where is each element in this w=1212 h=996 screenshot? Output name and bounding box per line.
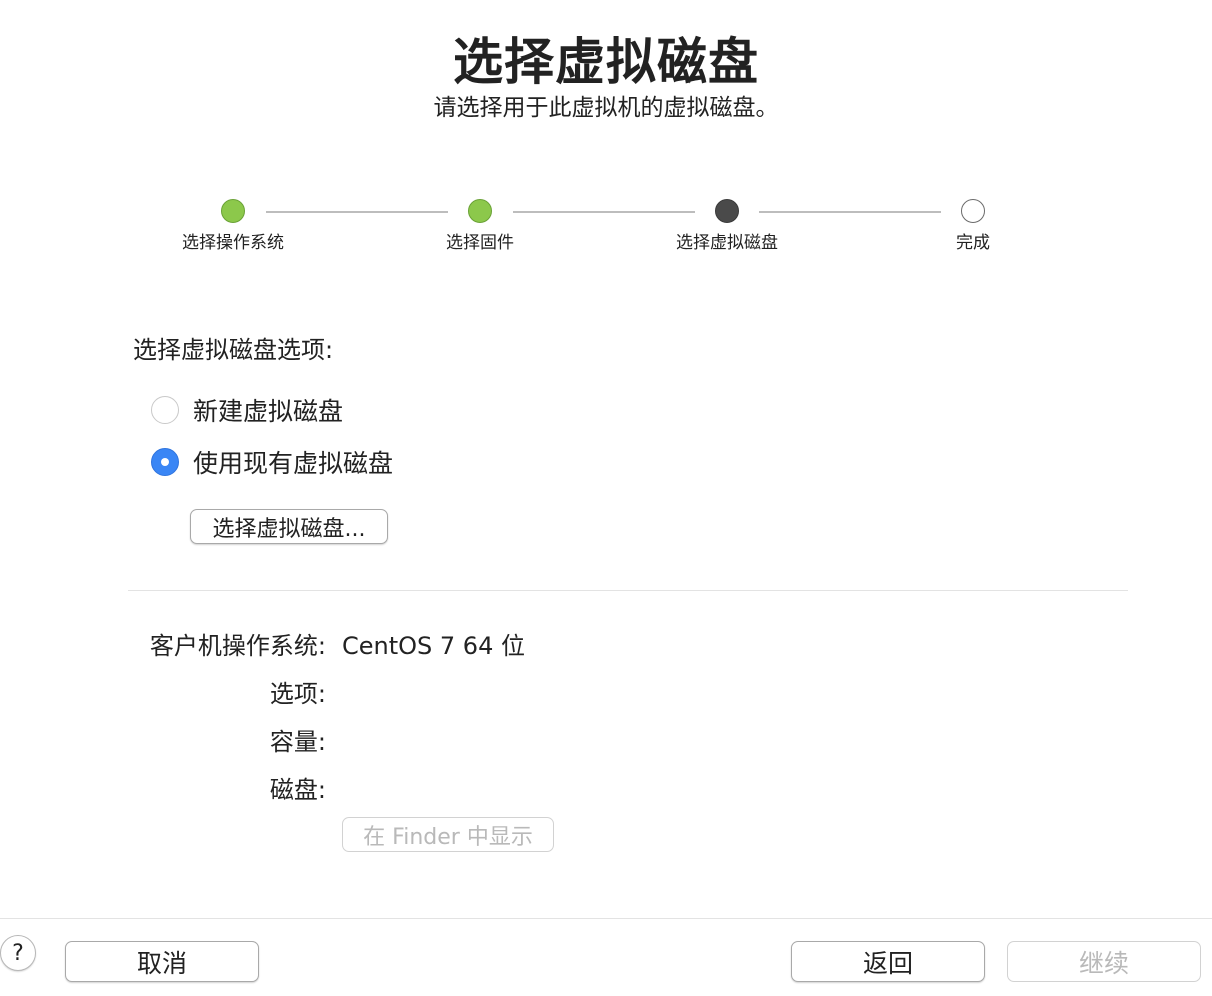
step-label: 完成 xyxy=(956,233,990,253)
step-choose-os: 选择操作系统 xyxy=(153,196,313,253)
step-label: 选择虚拟磁盘 xyxy=(676,233,778,253)
capacity-label: 容量: xyxy=(269,728,326,756)
page-subtitle: 请选择用于此虚拟机的虚拟磁盘。 xyxy=(433,95,779,121)
cancel-button[interactable]: 取消 xyxy=(65,941,259,982)
wizard-stepper: 选择操作系统 选择固件 选择虚拟磁盘 完成 xyxy=(0,196,1212,266)
page-title: 选择虚拟磁盘 xyxy=(453,33,759,91)
new-disk-radio-option[interactable]: 新建虚拟磁盘 xyxy=(151,392,343,428)
step-choose-disk: 选择虚拟磁盘 xyxy=(647,196,807,253)
disk-label: 磁盘: xyxy=(269,776,326,804)
step-current-indicator xyxy=(715,199,739,223)
step-complete-indicator xyxy=(221,199,245,223)
existing-disk-radio-label[interactable]: 使用现有虚拟磁盘 xyxy=(193,444,393,480)
existing-disk-radio-option[interactable]: 使用现有虚拟磁盘 xyxy=(151,444,393,480)
footer-divider xyxy=(0,918,1212,919)
step-choose-firmware: 选择固件 xyxy=(400,196,560,253)
back-button[interactable]: 返回 xyxy=(791,941,985,982)
show-in-finder-button[interactable]: 在 Finder 中显示 xyxy=(342,817,554,852)
continue-button[interactable]: 继续 xyxy=(1007,941,1201,982)
options-label: 选项: xyxy=(269,680,326,708)
new-disk-radio-label[interactable]: 新建虚拟磁盘 xyxy=(193,392,343,428)
step-label: 选择固件 xyxy=(446,233,514,253)
help-button[interactable]: ? xyxy=(0,935,36,971)
step-label: 选择操作系统 xyxy=(182,233,284,253)
question-mark-icon: ? xyxy=(12,940,24,966)
choose-virtual-disk-button[interactable]: 选择虚拟磁盘... xyxy=(190,509,388,544)
disk-options-label: 选择虚拟磁盘选项: xyxy=(133,336,334,364)
existing-disk-radio[interactable] xyxy=(151,448,179,476)
guest-os-label: 客户机操作系统: xyxy=(149,632,326,660)
step-pending-indicator xyxy=(961,199,985,223)
step-complete-indicator xyxy=(468,199,492,223)
step-finish: 完成 xyxy=(893,196,1053,253)
guest-os-value: CentOS 7 64 位 xyxy=(342,632,525,660)
new-disk-radio[interactable] xyxy=(151,396,179,424)
virtual-disk-wizard-page: 选择虚拟磁盘 请选择用于此虚拟机的虚拟磁盘。 选择操作系统 选择固件 选择虚拟磁… xyxy=(0,0,1212,996)
section-divider xyxy=(128,590,1128,591)
